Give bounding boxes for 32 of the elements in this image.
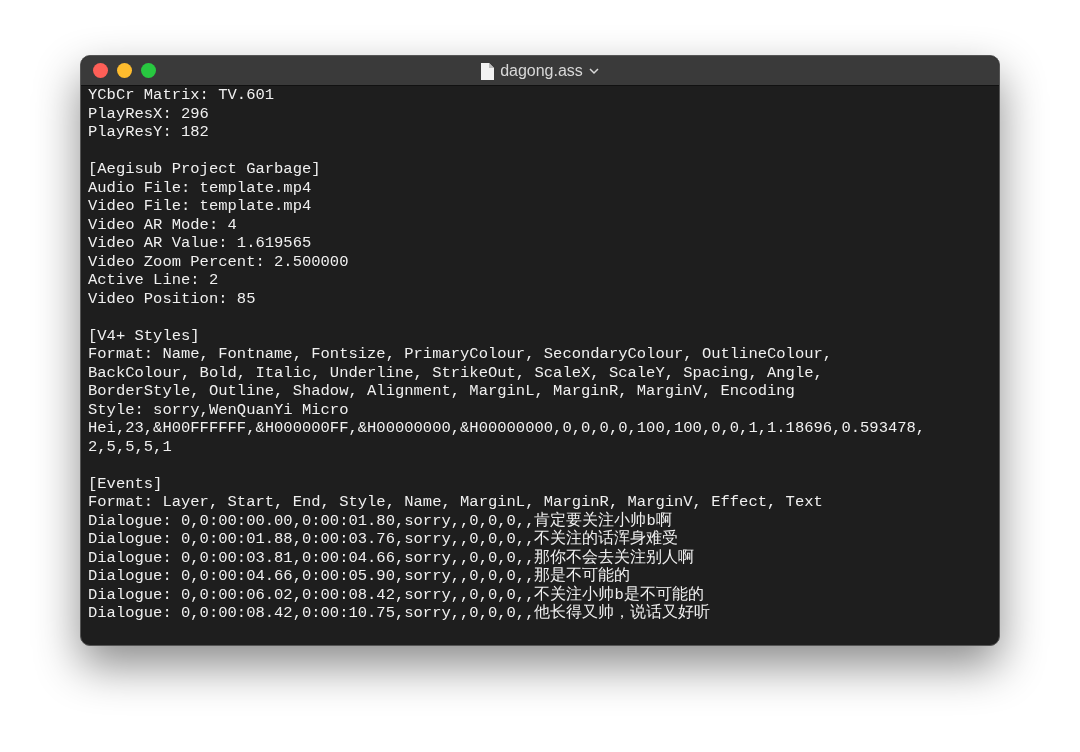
text-line: PlayResY: 182: [88, 123, 209, 142]
text-line: Video File: template.mp4: [88, 197, 312, 216]
chevron-down-icon[interactable]: [588, 67, 599, 75]
text-line: [Aegisub Project Garbage]: [88, 160, 321, 179]
minimize-button[interactable]: [117, 63, 132, 78]
text-line: 2,5,5,5,1: [88, 437, 172, 456]
text-line: Dialogue: 0,0:00:08.42,0:00:10.75,sorry,,0,0,0,,他长得又帅，说话又好听: [88, 604, 711, 623]
text-line: Dialogue: 0,0:00:01.88,0:00:03.76,sorry,,0,0,0,,不关注的话浑身难受: [88, 530, 679, 548]
text-line: Dialogue: 0,0:00:06.02,0:00:08.42,sorry,,0,0,0,,不关注小帅b是不可能的: [88, 585, 704, 604]
text-line: Hei,23,&H00FFFFFF,&H000000FF,&H00000000,&H00000000,0,0,0,0,100,100,0,0,1,1.18696,0.593478,: [88, 419, 926, 438]
document-icon: [481, 62, 495, 80]
text-line: YCbCr Matrix: TV.601: [88, 86, 275, 105]
text-line: Video AR Mode: 4: [88, 215, 237, 234]
text-line: Dialogue: 0,0:00:00.00,0:00:01.80,sorry,,0,0,0,,肯定要关注小帅b啊: [88, 511, 672, 530]
text-line: Dialogue: 0,0:00:03.81,0:00:04.66,sorry,,0,0,0,,那你不会去关注别人啊: [88, 548, 695, 567]
zoom-button[interactable]: [141, 63, 156, 78]
text-line: Format: Layer, Start, End, Style, Name, MarginL, MarginR, MarginV, Effect, Text: [88, 493, 823, 511]
text-line: Format: Name, Fontname, Fontsize, PrimaryColour, SecondaryColour, OutlineColour,: [88, 345, 833, 364]
text-line: Dialogue: 0,0:00:04.66,0:00:05.90,sorry,,0,0,0,,那是不可能的: [88, 567, 631, 585]
text-line: BackColour, Bold, Italic, Underline, StrikeOut, ScaleX, ScaleY, Spacing, Angle,: [88, 363, 823, 382]
text-line: Video Zoom Percent: 2.500000: [88, 252, 349, 271]
text-line: Active Line: 2: [88, 271, 219, 290]
text-line: Video AR Value: 1.619565: [88, 234, 312, 253]
text-line: Video Position: 85: [88, 289, 256, 308]
window-title: dagong.ass: [500, 61, 583, 81]
text-line: Style: sorry,WenQuanYi Micro: [88, 400, 349, 419]
text-line: [V4+ Styles]: [88, 326, 200, 345]
text-line: Audio File: template.mp4: [88, 178, 312, 197]
close-button[interactable]: [93, 63, 108, 78]
text-line: [Events]: [88, 474, 163, 493]
text-line: BorderStyle, Outline, Shadow, Alignment, MarginL, MarginR, MarginV, Encoding: [88, 382, 795, 401]
text-line: PlayResX: 296: [88, 104, 209, 123]
